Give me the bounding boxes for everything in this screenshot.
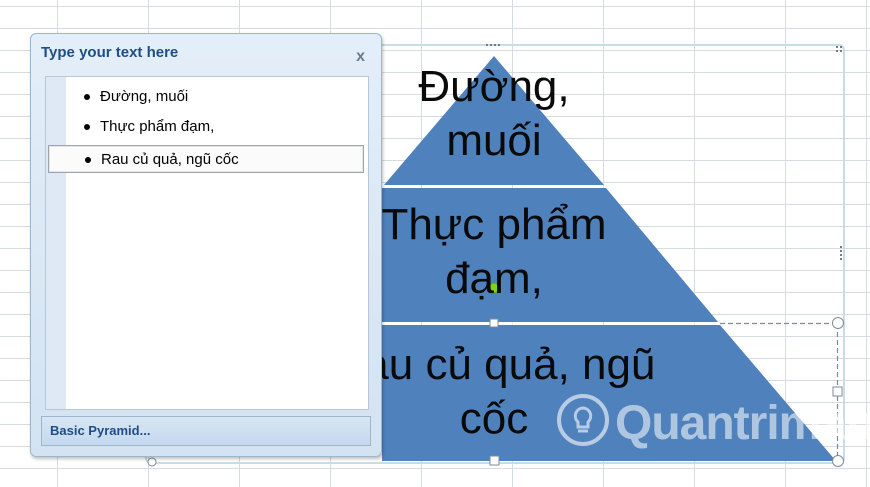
resize-handle-corner-top-right[interactable] <box>832 317 844 329</box>
list-item[interactable]: Thực phẩm đạm, <box>70 113 364 141</box>
list-item[interactable]: Đường, muối <box>70 83 364 111</box>
layout-link[interactable]: Basic Pyramid... <box>41 416 371 446</box>
bullet-icon <box>84 94 90 100</box>
text-pane-gutter <box>46 77 66 409</box>
list-item-selected[interactable]: Rau củ quả, ngũ cốc <box>48 145 364 173</box>
bullet-icon <box>85 157 91 163</box>
list-item-label: Rau củ quả, ngũ cốc <box>101 151 239 168</box>
close-icon[interactable]: x <box>356 48 365 66</box>
frame-grip-right[interactable] <box>840 246 842 260</box>
pyramid-level-1-line-2: muối <box>446 116 542 165</box>
resize-handle-bottom[interactable] <box>489 455 500 466</box>
frame-grip-corner[interactable] <box>836 46 842 52</box>
pyramid-level-1-line-1: Đường, <box>418 62 570 111</box>
text-pane[interactable]: Type your text here x Đường, muối Thực p… <box>30 33 382 457</box>
resize-handle-top[interactable] <box>489 318 499 328</box>
watermark-text: Quantrimang <box>615 397 870 450</box>
layout-link-label: Basic Pyramid... <box>50 423 151 438</box>
list-item-label: Đường, muối <box>100 88 189 105</box>
resize-handle-corner-bottom-right[interactable] <box>832 455 844 467</box>
text-pane-title: Type your text here <box>41 44 179 61</box>
frame-grip-top[interactable] <box>486 44 500 46</box>
pyramid-level-2-line-2: đạm, <box>445 254 543 303</box>
resize-handle-corner-bottom-left[interactable] <box>147 457 157 467</box>
lightbulb-icon <box>557 394 609 446</box>
pyramid-level-2-line-1: Thực phẩm <box>381 200 607 249</box>
text-pane-list[interactable]: Đường, muối Thực phẩm đạm, Rau củ quả, n… <box>45 76 369 410</box>
resize-handle-right[interactable] <box>832 386 843 397</box>
list-item-label: Thực phẩm đạm, <box>100 118 215 135</box>
bullet-icon <box>84 124 90 130</box>
pyramid-level-1-text[interactable]: Đường, muối <box>394 60 594 168</box>
pyramid-level-2-text[interactable]: Thực phẩm đạm, <box>364 198 624 306</box>
